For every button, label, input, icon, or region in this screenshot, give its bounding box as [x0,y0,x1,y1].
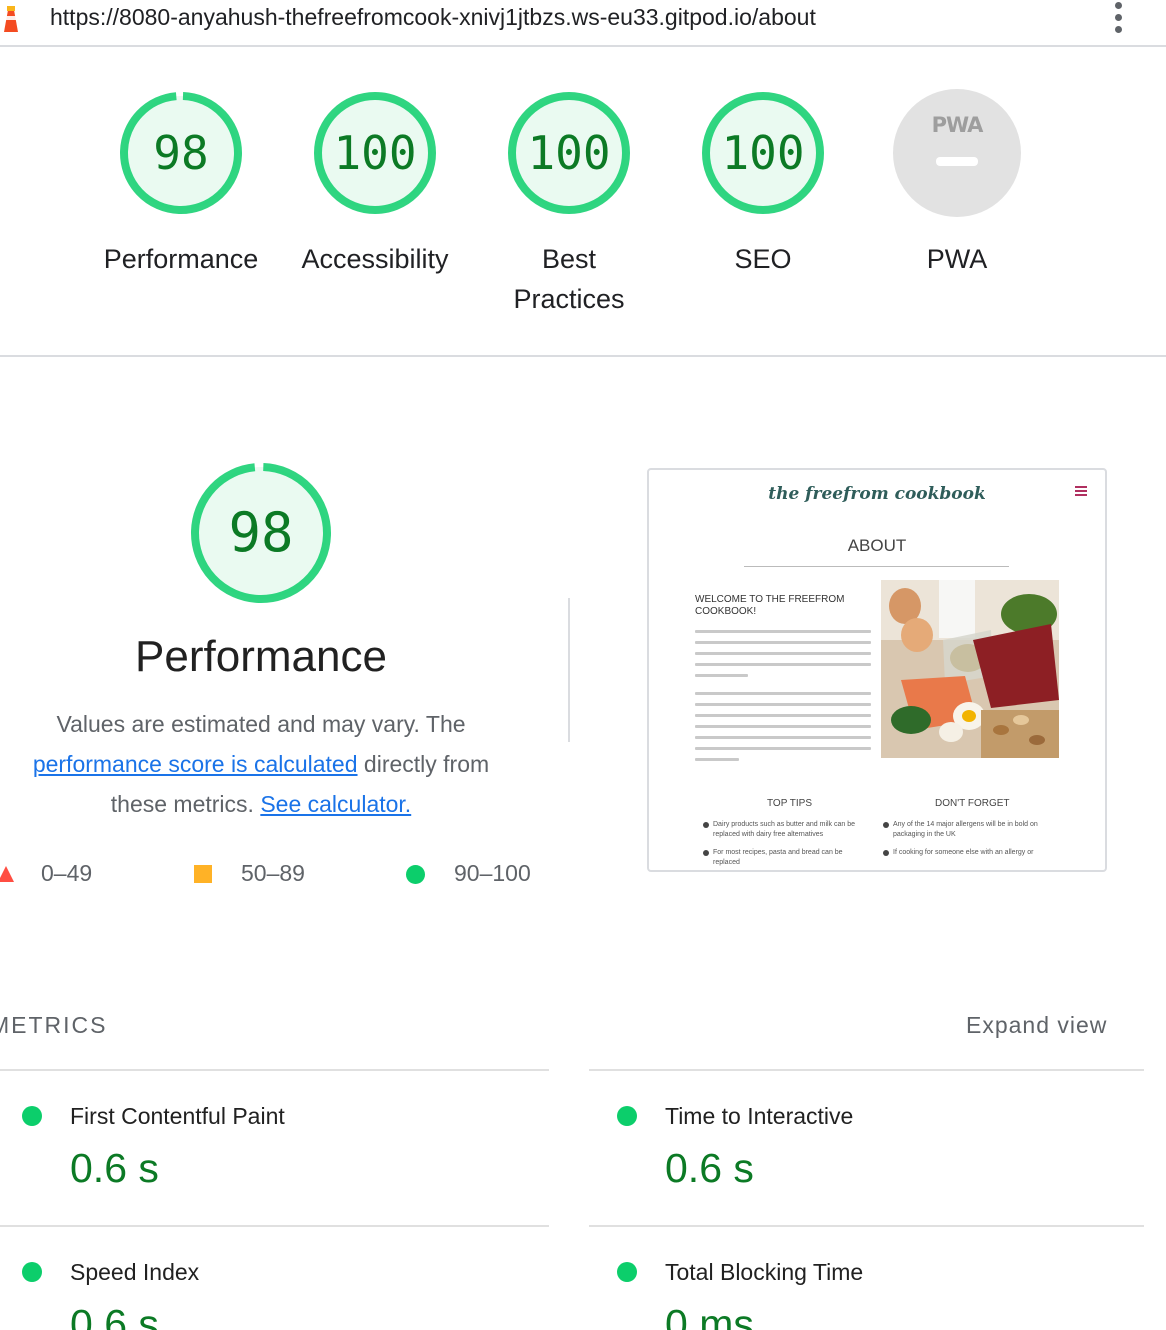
gauge-label: SEO [734,244,792,274]
score-gauges: 98 Performance 100 Accessibility 100 Bes… [0,47,1166,357]
score-legend: 0–49 50–89 90–100 [0,860,540,890]
divider [744,566,1009,567]
metric-divider [589,1069,1144,1071]
gauge-best-practices[interactable]: 100 Best Practices [472,89,666,319]
performance-score: 98 [228,501,294,564]
metric-divider [589,1225,1144,1227]
performance-title: Performance [135,632,387,681]
kebab-menu-icon[interactable] [1110,2,1126,34]
text-lines [695,692,871,769]
pwa-dash-icon [936,157,978,166]
gauge-seo[interactable]: 100 SEO [666,89,860,279]
gauge-score: 100 [527,126,611,180]
metric-label: First Contentful Paint [70,1103,285,1129]
forget-item: If cooking for someone else with an alle… [883,848,1053,858]
fail-triangle-icon [0,866,14,882]
metric-label: Total Blocking Time [665,1259,864,1285]
pwa-badge-icon [893,89,1021,217]
expand-view-toggle[interactable]: Expand view [966,1012,1107,1039]
screenshot-heading: ABOUT [847,536,907,555]
tip-item: Dairy products such as butter and milk c… [703,820,863,840]
pass-circle-icon [617,1262,637,1282]
legend-average: 50–89 [241,860,305,886]
desc-text: directly from [363,751,490,777]
metric-label: Time to Interactive [665,1103,854,1129]
gauge-score: 100 [333,126,417,180]
legend-pass: 90–100 [454,860,531,886]
forget-item: Any of the 14 major allergens will be in… [883,820,1053,840]
performance-description: Values are estimated and may vary. The p… [0,704,522,824]
average-square-icon [194,865,212,883]
tip-item: For most recipes, pasta and bread can be… [703,848,863,868]
screenshot-brand: the freefrom cookbook [768,484,986,504]
screenshot-welcome: WELCOME TO THE FREEFROM COOKBOOK! [695,594,845,617]
gauge-label: Accessibility [301,244,449,274]
final-screenshot[interactable]: the freefrom cookbook ABOUT WELCOME TO T… [647,468,1107,872]
food-photo [881,580,1059,758]
gauge-pwa[interactable]: PWA PWA [860,89,1054,279]
metric-value: 0.6 s [70,1145,159,1191]
gauge-score: 100 [721,126,805,180]
metric-value: 0.6 s [665,1145,754,1191]
pass-circle-icon [617,1106,637,1126]
desc-text: these metrics. [110,791,254,817]
gauge-label: PWA [926,244,988,274]
gauge-label: Performance [103,244,259,274]
lighthouse-icon [4,6,18,32]
gauge-label: Best Practices [513,244,625,314]
metric-divider [0,1069,549,1071]
gauge-score: 98 [153,126,209,180]
gauge-accessibility[interactable]: 100 Accessibility [278,89,472,279]
legend-fail: 0–49 [41,860,93,886]
metric-value: 0.6 s [70,1301,159,1330]
url-text[interactable]: https://8080-anyahush-thefreefromcook-xn… [50,4,816,31]
metrics-heading: METRICS [0,1012,108,1038]
col-heading-forget: DON'T FORGET [935,798,1010,809]
score-calculated-link[interactable]: performance score is calculated [33,751,358,777]
pass-circle-icon [22,1106,42,1126]
metric-label: Speed Index [70,1259,200,1285]
see-calculator-link[interactable]: See calculator. [260,791,411,817]
desc-text: Values are estimated and may vary. The [56,711,466,737]
text-lines [695,630,871,685]
performance-gauge-large: 98 [188,460,334,606]
address-bar: https://8080-anyahush-thefreefromcook-xn… [0,0,1166,47]
hamburger-icon [1075,486,1087,496]
gauge-performance[interactable]: 98 Performance [84,89,278,279]
metric-value: 0 ms [665,1301,754,1330]
section-divider [568,598,570,742]
pass-circle-icon [406,865,425,884]
pass-circle-icon [22,1262,42,1282]
pwa-badge-text: PWA [931,113,984,137]
col-heading-tips: TOP TIPS [767,798,813,809]
metric-divider [0,1225,549,1227]
